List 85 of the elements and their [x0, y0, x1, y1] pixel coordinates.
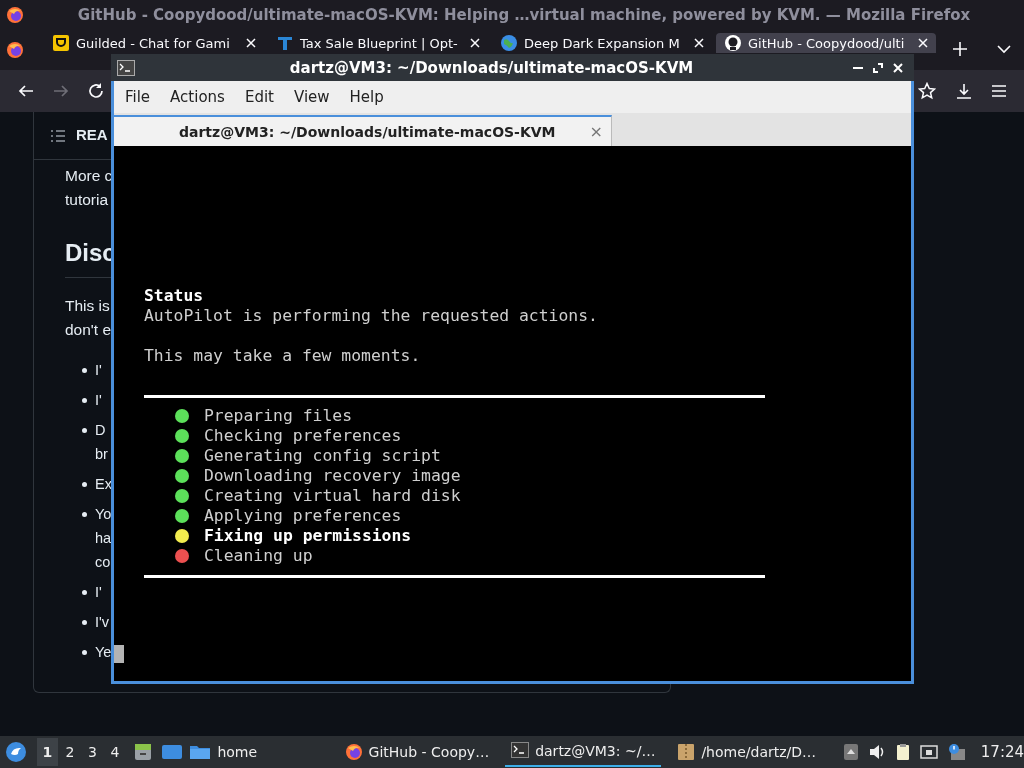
menu-item[interactable]: View	[286, 88, 337, 106]
browser-tab[interactable]: Deep Dark Expansion M	[492, 33, 712, 53]
browser-tab[interactable]: GitHub - Coopydood/ulti	[716, 33, 936, 53]
folder-icon	[189, 743, 212, 761]
status-heading: Status	[144, 286, 204, 305]
close-icon[interactable]	[470, 38, 480, 48]
guilded-icon	[52, 34, 70, 52]
workspace-button[interactable]: 3	[82, 738, 103, 766]
bullet-icon	[82, 368, 87, 373]
firefox-icon	[344, 743, 363, 761]
file-cabinet-icon[interactable]	[133, 742, 154, 762]
bullet-icon	[82, 512, 87, 517]
list-icon	[50, 127, 66, 144]
firefox-icon	[6, 6, 24, 24]
letter-icon	[276, 34, 294, 52]
taskbar-task[interactable]: /home/dartz/D…	[671, 737, 823, 767]
list-item-text: ha	[95, 529, 112, 548]
bullet-icon	[82, 428, 87, 433]
download-icon	[954, 82, 973, 100]
step-label: Generating config script	[204, 446, 441, 466]
step-label: Fixing up permissions	[204, 526, 412, 546]
workspace-button[interactable]: 4	[104, 738, 126, 766]
maximize-icon	[872, 61, 884, 74]
star-icon	[917, 82, 936, 100]
list-item-text: Ex	[95, 475, 112, 494]
globe-icon	[500, 34, 518, 52]
close-icon[interactable]	[694, 38, 704, 48]
network-icon	[920, 743, 939, 761]
text-cursor	[114, 645, 124, 663]
clock: 17:24	[980, 743, 1024, 761]
window-title: GitHub - Coopydood/ultimate-macOS-KVM: Helping …virtual machine, powered by KVM. — Mozilla Firefox	[76, 6, 972, 24]
folder-button[interactable]: home	[183, 737, 264, 767]
arrow-up-icon	[841, 743, 860, 761]
browser-tab[interactable]: Guilded - Chat for Gami	[44, 33, 264, 53]
readme-heading: REA	[76, 125, 108, 146]
list-item-text: Yo	[95, 505, 112, 524]
menu-icon	[989, 82, 1008, 100]
window-title: dartz@VM3: ~/Downloads/ultimate-macOS-KVM	[288, 58, 695, 77]
paragraph-text: don't e	[65, 320, 112, 340]
tab-close-button[interactable]: ×	[581, 122, 611, 141]
browser-tab[interactable]: Tax Sale Blueprint | Opt-	[268, 33, 488, 53]
close-icon[interactable]	[246, 38, 256, 48]
step-label: Preparing files	[204, 406, 353, 426]
reload-icon	[86, 82, 105, 100]
notification-icon	[946, 743, 965, 761]
taskbar-task[interactable]: GitHub - Coopy…	[338, 737, 496, 767]
workspace-button[interactable]: 1	[37, 738, 58, 766]
paragraph-text: This is	[65, 296, 110, 316]
window-icon[interactable]	[161, 743, 184, 761]
close-icon[interactable]	[918, 38, 928, 48]
workspace-button[interactable]: 2	[59, 738, 81, 766]
step-label: Creating virtual hard disk	[204, 486, 461, 506]
terminal-text: AutoPilot is performing the requested actions.	[144, 306, 598, 325]
terminal-icon	[511, 742, 530, 760]
bullet-icon	[82, 620, 87, 625]
list-item-text: I'	[95, 391, 102, 410]
bullet-icon	[82, 398, 87, 403]
bullet-icon	[82, 650, 87, 655]
terminal-icon	[117, 59, 135, 76]
start-menu-icon[interactable]	[5, 741, 27, 763]
menu-item[interactable]: Edit	[237, 88, 281, 106]
step-label: Cleaning up	[204, 546, 313, 566]
step-label: Checking preferences	[204, 426, 402, 446]
list-item-text: br	[95, 445, 108, 464]
terminal-tab[interactable]: dartz@VM3: ~/Downloads/ultimate-macOS-KVM ×	[114, 115, 612, 146]
close-icon	[892, 61, 904, 74]
bullet-icon	[82, 590, 87, 595]
list-item-text: I'v	[95, 613, 110, 632]
taskbar-task[interactable]: dartz@VM3: ~/…	[505, 737, 662, 767]
list-item-text: D	[95, 421, 106, 440]
list-item-text: I'	[95, 361, 102, 380]
terminal-text: This may take a few moments.	[144, 346, 421, 365]
bullet-icon	[82, 482, 87, 487]
paragraph-text: More c	[65, 166, 113, 186]
menu-item[interactable]: Actions	[163, 88, 232, 106]
box-icon	[677, 743, 696, 761]
plus-icon	[952, 41, 968, 57]
list-item-text: co	[95, 553, 111, 572]
paragraph-text: tutoria	[65, 190, 109, 210]
step-label: Downloading recovery image	[204, 466, 461, 486]
step-label: Applying preferences	[204, 506, 402, 526]
list-item-text: I'	[95, 583, 102, 602]
menu-item[interactable]: File	[118, 88, 158, 106]
list-item-text: Ye	[95, 643, 112, 662]
menu-item[interactable]: Help	[342, 88, 391, 106]
